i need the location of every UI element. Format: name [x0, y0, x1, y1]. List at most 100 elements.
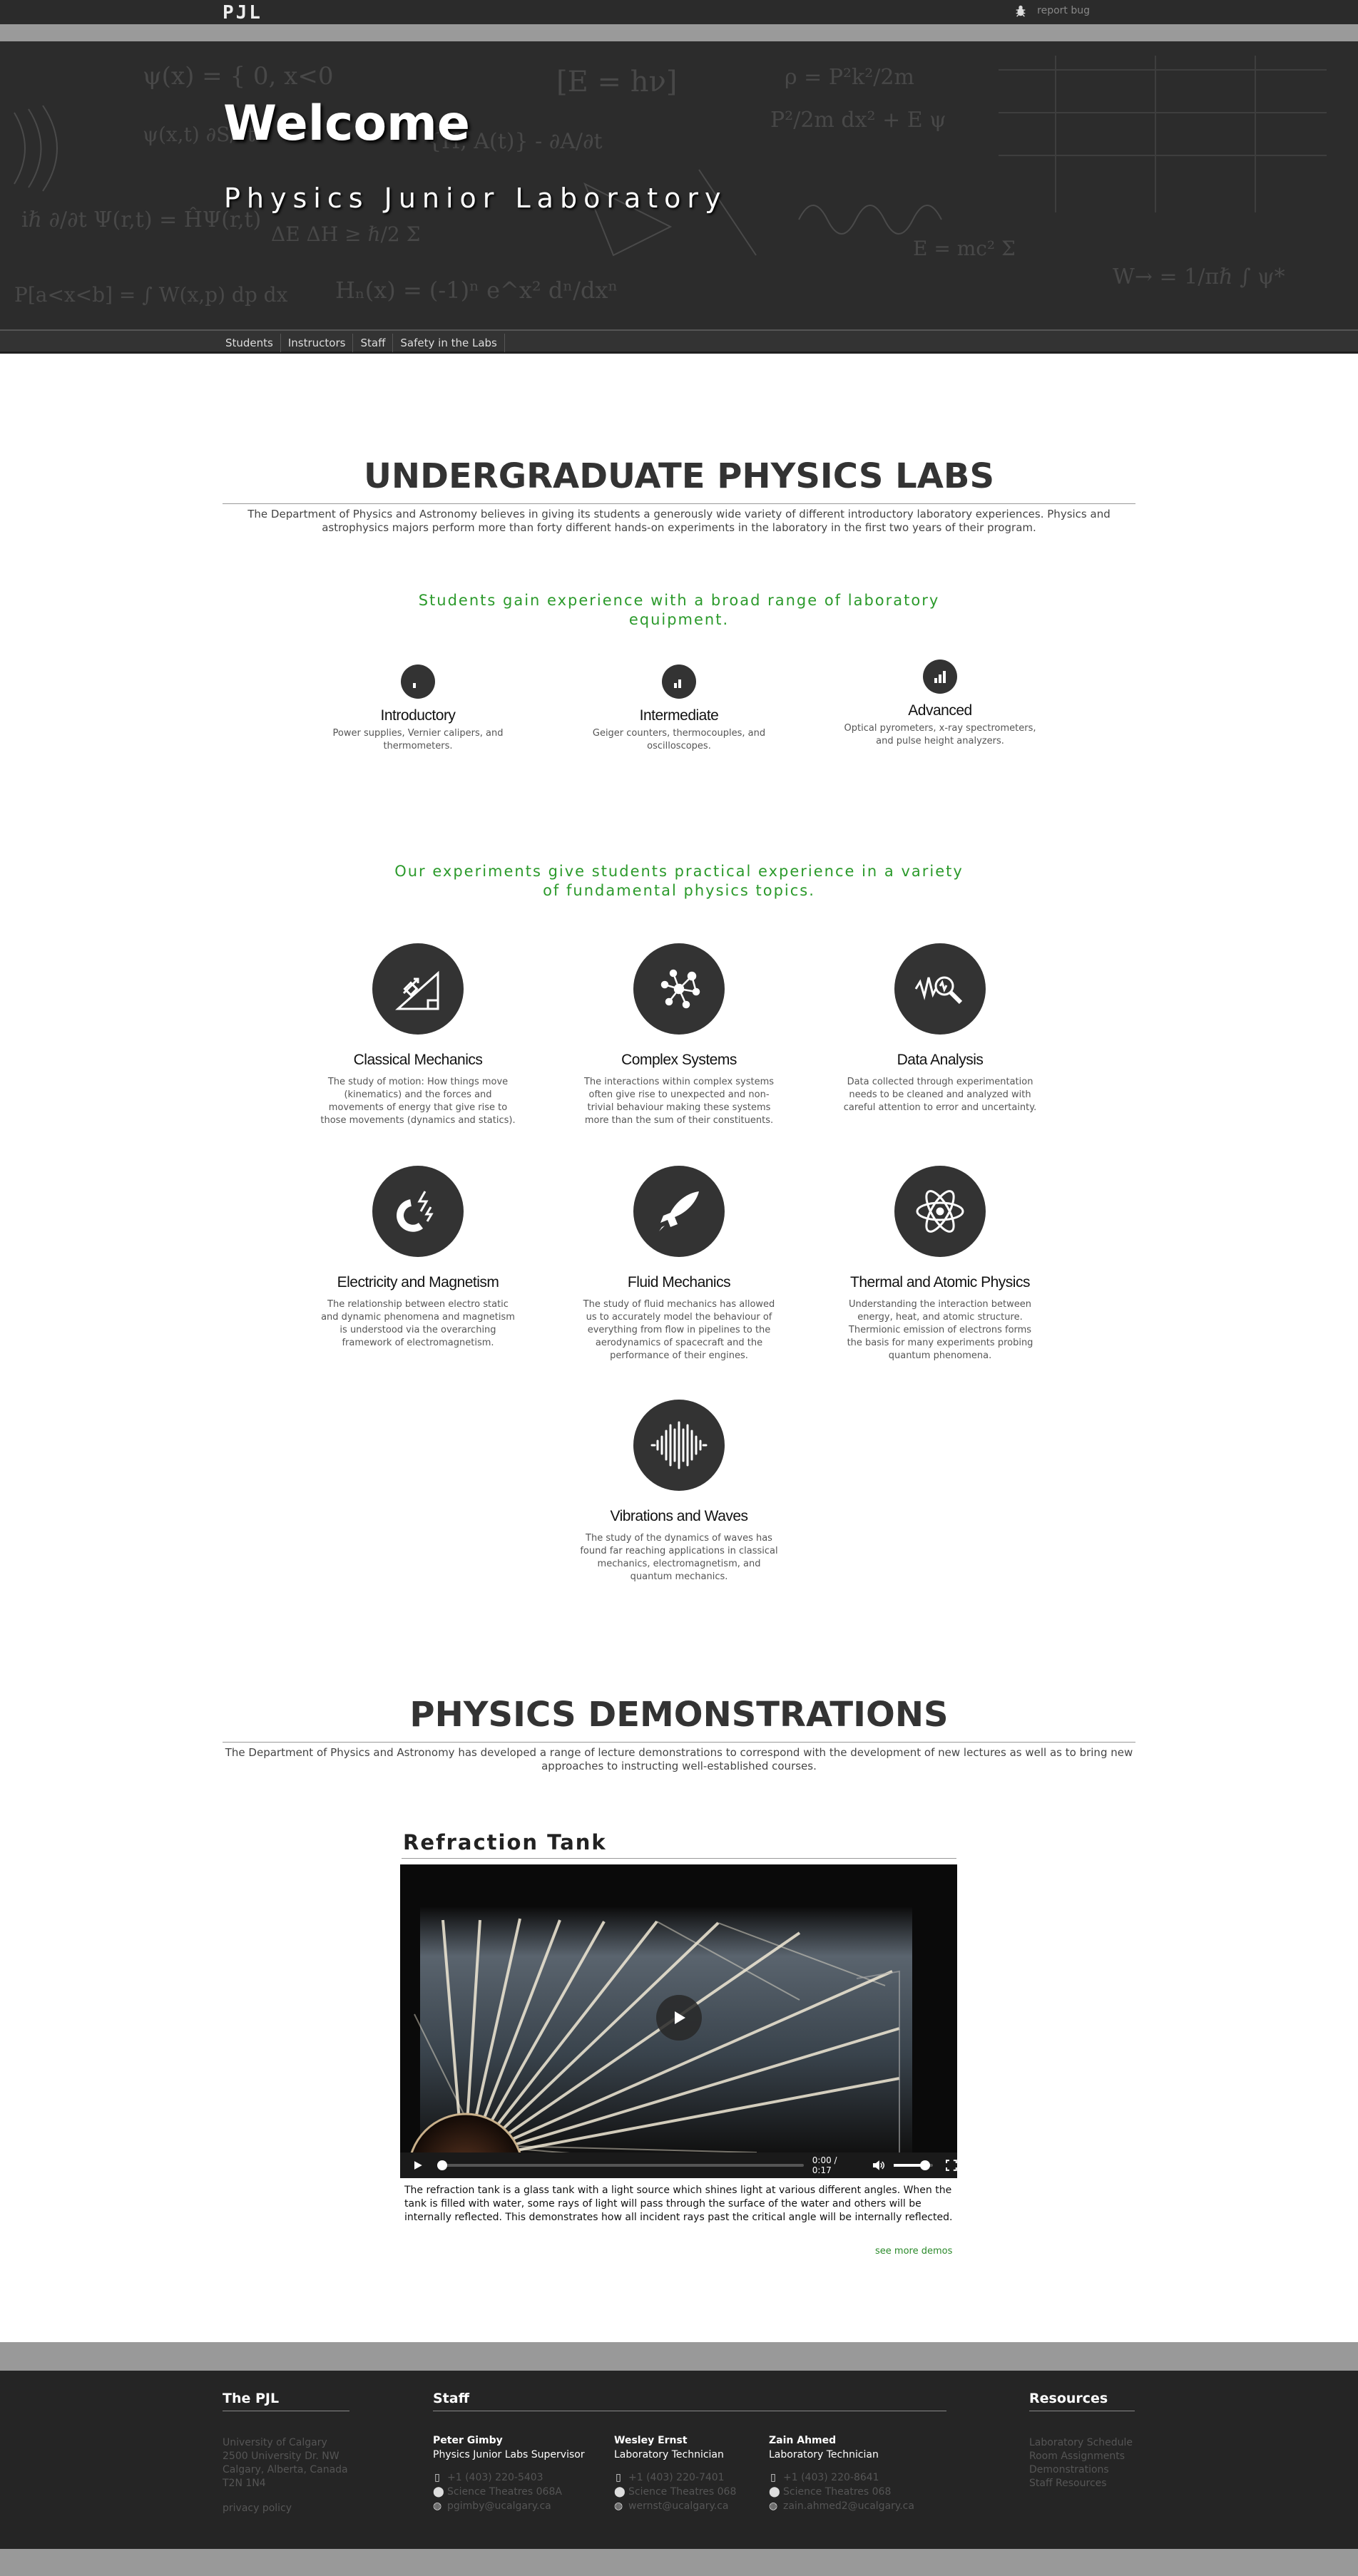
nav-item-safety[interactable]: Safety in the Labs: [393, 334, 505, 352]
staff-room: Science Theatres 068A: [447, 2486, 562, 2498]
staff-name: Peter Gimby: [433, 2435, 503, 2446]
bar-chart-high-icon: [923, 660, 957, 694]
nav-item-staff[interactable]: Staff: [353, 334, 394, 352]
hero-title: Welcome: [223, 96, 471, 152]
staff-role: Physics Junior Labs Supervisor: [433, 2449, 585, 2460]
play-icon[interactable]: [413, 2160, 423, 2170]
bar-chart-low-icon: [401, 664, 435, 699]
demos-lead: The Department of Physics and Astronomy …: [225, 1746, 1133, 1772]
staff-card: Zain Ahmed Laboratory Technician ▯ +1 (40…: [769, 2433, 914, 2513]
topic-title: Complex Systems: [621, 1052, 737, 1068]
topic-classical-mechanics: Classical Mechanics The study of motion:…: [318, 943, 518, 1127]
topics-tagline: Our experiments give students practical …: [394, 863, 964, 899]
map-pin-icon: ⬤: [769, 2486, 780, 2498]
report-bug-label: report bug: [1037, 5, 1090, 16]
bug-icon: [1016, 5, 1026, 17]
globe-icon: ◍: [769, 2500, 778, 2512]
resource-link-rooms[interactable]: Room Assignments: [1029, 2450, 1133, 2463]
staff-phone[interactable]: +1 (403) 220-8641: [783, 2470, 879, 2485]
svg-text:ΔE ΔH ≥ ℏ/2 Σ: ΔE ΔH ≥ ℏ/2 Σ: [271, 222, 420, 246]
footer-top-strip: [0, 2342, 1358, 2371]
level-intermediate: Intermediate Geiger counters, thermocoup…: [579, 664, 779, 753]
ramp-icon: [372, 943, 464, 1035]
level-title: Introductory: [380, 707, 456, 724]
demo-title: Refraction Tank: [403, 1830, 607, 1854]
staff-room-row: ⬤ Science Theatres 068: [614, 2485, 736, 2499]
topic-text: The interactions within complex systems …: [583, 1077, 775, 1126]
map-pin-icon: ⬤: [433, 2486, 444, 2498]
svg-text:Hₙ(x) = (-1)ⁿ e^x² dⁿ/dxⁿ: Hₙ(x) = (-1)ⁿ e^x² dⁿ/dxⁿ: [335, 277, 618, 304]
level-text: Geiger counters, thermocouples, and osci…: [592, 728, 766, 751]
labs-rule: [223, 503, 1135, 504]
volume-slider-handle[interactable]: [920, 2160, 931, 2170]
top-bar: PJL report bug: [0, 0, 1358, 24]
phone-icon: ▯: [616, 2472, 621, 2483]
see-more-demos-link[interactable]: see more demos: [875, 2246, 952, 2257]
network-icon: [633, 943, 725, 1035]
labs-lead: The Department of Physics and Astronomy …: [247, 508, 1111, 534]
topic-text: Data collected through experimentation n…: [843, 1077, 1037, 1113]
seek-bar[interactable]: [436, 2160, 804, 2170]
logo[interactable]: PJL: [223, 2, 262, 24]
svg-text:[E = hν]: [E = hν]: [556, 66, 677, 98]
address-line: T2N 1N4: [223, 2478, 266, 2489]
staff-room: Science Theatres 068: [783, 2486, 892, 2498]
space-shuttle-icon: [633, 1166, 725, 1257]
equipment-tagline: Students gain experience with a broad ra…: [418, 592, 940, 628]
sound-wave-icon: [633, 1400, 725, 1491]
globe-icon: ◍: [614, 2500, 623, 2512]
demo-description: The refraction tank is a glass tank with…: [404, 2185, 953, 2223]
level-title: Intermediate: [639, 707, 719, 724]
privacy-policy-link[interactable]: privacy policy: [223, 2502, 292, 2515]
staff-name: Zain Ahmed: [769, 2435, 837, 2446]
nav-item-students[interactable]: Students: [218, 334, 281, 352]
play-overlay-button[interactable]: [656, 1995, 702, 2041]
volume-slider[interactable]: [894, 2160, 934, 2170]
footer-staff-title: Staff: [433, 2391, 469, 2406]
topic-thermal-atomic: Thermal and Atomic Physics Understanding…: [840, 1166, 1040, 1363]
staff-email[interactable]: zain.ahmed2@ucalgary.ca: [783, 2499, 914, 2513]
bar-chart-medium-icon: [662, 664, 696, 699]
svg-text:ψ(x) = { 0, x<0: ψ(x) = { 0, x<0: [143, 62, 333, 91]
level-text: Optical pyrometers, x-ray spectrometers,…: [844, 723, 1036, 746]
demo-rule: [402, 1858, 956, 1859]
level-introductory: Introductory Power supplies, Vernier cal…: [318, 664, 518, 753]
topic-title: Vibrations and Waves: [610, 1508, 748, 1524]
video-time: 0:00 / 0:17: [812, 2155, 837, 2175]
address-line: 2500 University Dr. NW: [223, 2451, 340, 2462]
topic-title: Thermal and Atomic Physics: [850, 1274, 1030, 1290]
staff-email[interactable]: pgimby@ucalgary.ca: [447, 2499, 551, 2513]
staff-email-row: ◍ zain.ahmed2@ucalgary.ca: [769, 2499, 914, 2513]
play-icon: [675, 2011, 685, 2024]
resource-link-staff[interactable]: Staff Resources: [1029, 2477, 1133, 2490]
demos-rule: [223, 1742, 1135, 1743]
magnet-icon: [372, 1166, 464, 1257]
staff-phone[interactable]: +1 (403) 220-7401: [628, 2470, 725, 2485]
level-advanced: Advanced Optical pyrometers, x-ray spect…: [840, 660, 1040, 748]
phone-icon: ▯: [770, 2472, 776, 2483]
demos-section-title: PHYSICS DEMONSTRATIONS: [409, 1695, 949, 1735]
footer-address: University of Calgary 2500 University Dr…: [223, 2436, 348, 2490]
fullscreen-icon[interactable]: [946, 2160, 957, 2171]
phone-icon: ▯: [434, 2472, 440, 2483]
seek-bar-handle[interactable]: [436, 2160, 447, 2170]
staff-phone-row: ▯ +1 (403) 220-5403: [433, 2470, 585, 2485]
topic-text: The study of motion: How things move (ki…: [320, 1077, 516, 1126]
topic-text: The relationship between electro static …: [321, 1299, 515, 1348]
staff-phone[interactable]: +1 (403) 220-5403: [447, 2470, 543, 2485]
nav-item-instructors[interactable]: Instructors: [281, 334, 354, 352]
topic-title: Classical Mechanics: [353, 1052, 483, 1068]
staff-room: Science Theatres 068: [628, 2486, 737, 2498]
resource-link-schedule[interactable]: Laboratory Schedule: [1029, 2436, 1133, 2450]
staff-email[interactable]: wernst@ucalgary.ca: [628, 2499, 729, 2513]
demo-video-player[interactable]: 0:00 / 0:17: [400, 1864, 957, 2178]
topic-text: Understanding the interaction between en…: [847, 1299, 1033, 1361]
resources-links: Laboratory Schedule Room Assignments Dem…: [1029, 2436, 1133, 2490]
hero-subtitle: Physics Junior Laboratory: [224, 183, 728, 214]
report-bug-link[interactable]: report bug: [1014, 4, 1090, 17]
staff-room-row: ⬤ Science Theatres 068A: [433, 2485, 585, 2499]
resource-link-demos[interactable]: Demonstrations: [1029, 2463, 1133, 2477]
volume-icon[interactable]: [872, 2160, 885, 2171]
footer-resources-title: Resources: [1029, 2391, 1108, 2406]
svg-text:E = mc² Σ: E = mc² Σ: [913, 237, 1016, 260]
